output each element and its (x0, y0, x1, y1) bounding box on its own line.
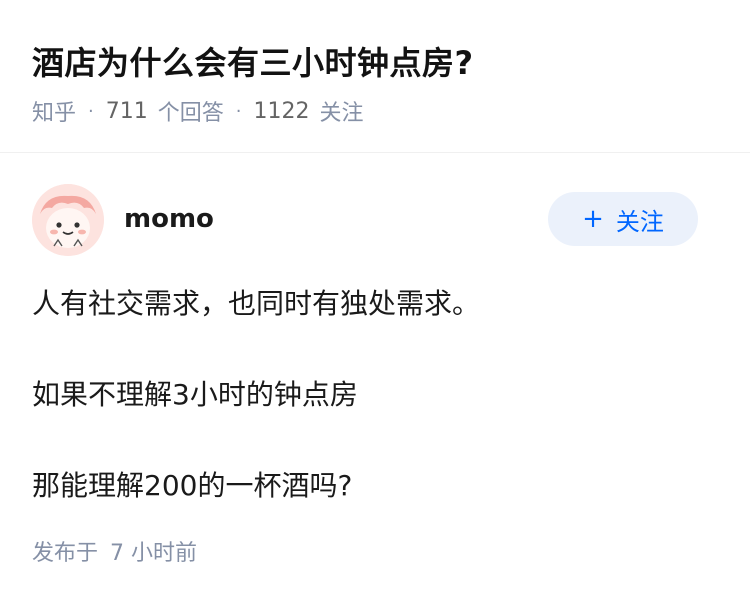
separator-dot: · (88, 100, 94, 122)
source-label: 知乎 (32, 101, 77, 126)
plus-icon: + (582, 204, 604, 234)
follower-count: 1122 (253, 98, 310, 124)
answer-body: 人有社交需求，也同时有独处需求。 如果不理解3小时的钟点房 那能理解200的一杯… (32, 284, 722, 557)
publish-time: 发布于 7 小时前 (32, 535, 197, 567)
published-time: 7 小时前 (110, 541, 198, 566)
follow-label: 关注 (615, 207, 664, 236)
answer-paragraph: 如果不理解3小时的钟点房 (32, 378, 358, 411)
author-row: momo + 关注 (32, 184, 698, 256)
question-title[interactable]: 酒店为什么会有三小时钟点房? (32, 38, 474, 84)
follower-count-label: 关注 (319, 101, 364, 126)
separator-dot: · (235, 100, 242, 122)
author-name[interactable]: momo (124, 204, 214, 234)
answer-paragraph: 人有社交需求，也同时有独处需求。 (32, 287, 481, 320)
question-header: 酒店为什么会有三小时钟点房? 知乎 · 711 个回答 · 1122 关注 (0, 0, 750, 153)
question-meta: 知乎 · 711 个回答 · 1122 关注 (32, 95, 364, 127)
answer-count: 711 (105, 98, 148, 124)
cartoon-avatar-icon (32, 184, 104, 256)
published-label: 发布于 (32, 541, 99, 566)
avatar[interactable] (32, 184, 104, 256)
answer-paragraph: 那能理解200的一杯酒吗? (32, 469, 353, 502)
follow-button[interactable]: + 关注 (548, 192, 698, 246)
answer-count-label: 个回答 (157, 101, 224, 126)
